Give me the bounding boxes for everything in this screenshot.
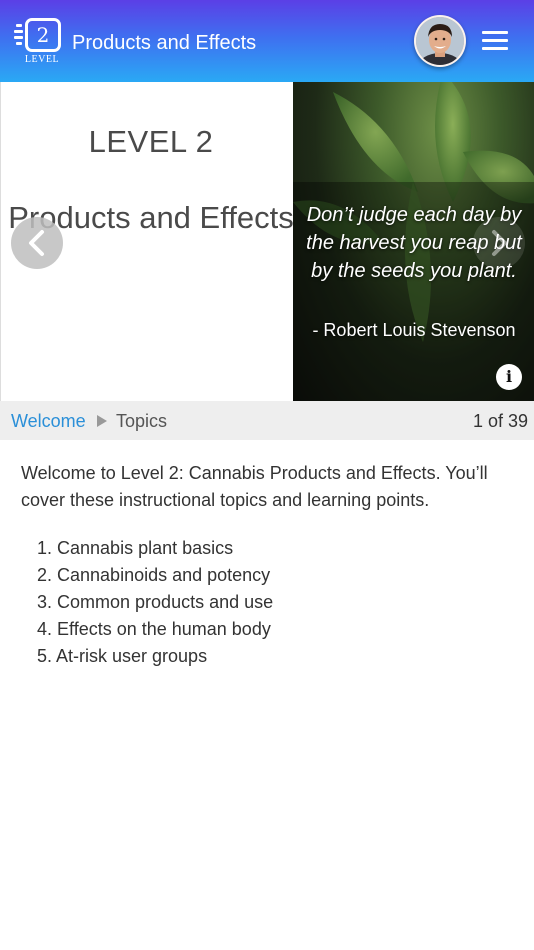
app-header: 2 LEVEL Products and Effects xyxy=(0,0,534,82)
list-item: 3. Common products and use xyxy=(21,589,511,616)
slide-level-heading: LEVEL 2 xyxy=(88,124,214,159)
list-item-label: Common products and use xyxy=(57,592,274,612)
intro-text: Welcome to Level 2: Cannabis Products an… xyxy=(21,463,488,510)
breadcrumb-welcome-link[interactable]: Welcome xyxy=(11,411,86,432)
level-number: 2 xyxy=(25,18,61,52)
chevron-left-icon xyxy=(29,230,44,256)
topics-list: 1. Cannabis plant basics 2. Cannabinoids… xyxy=(21,535,511,670)
list-item-label: At-risk user groups xyxy=(56,646,208,666)
list-item-number: 5. xyxy=(36,646,52,666)
breadcrumb-current: Topics xyxy=(116,411,168,431)
chevron-right-icon xyxy=(492,230,507,256)
quote-author: - Robert Louis Stevenson xyxy=(312,320,516,340)
avatar[interactable] xyxy=(414,15,466,67)
previous-slide-button[interactable] xyxy=(11,217,63,269)
user-avatar-icon xyxy=(416,17,464,65)
page-counter: 1 of 39 xyxy=(472,411,528,431)
speed-lines-icon xyxy=(14,24,24,48)
list-item-label: Cannabis plant basics xyxy=(57,538,234,558)
level-badge-logo: 2 LEVEL xyxy=(14,16,64,68)
info-icon[interactable]: i xyxy=(496,364,522,390)
level-word: LEVEL xyxy=(24,54,60,65)
list-item-number: 1. xyxy=(36,538,52,558)
page-title: Products and Effects xyxy=(72,32,257,54)
hamburger-menu-icon[interactable] xyxy=(482,31,508,51)
list-item: 4. Effects on the human body xyxy=(21,616,511,643)
list-item-number: 4. xyxy=(36,619,52,639)
list-item-number: 2. xyxy=(36,565,52,585)
lesson-slide: LEVEL 2 Products and Effects Don’t judge… xyxy=(0,82,534,401)
list-item-number: 3. xyxy=(36,592,52,612)
list-item: 5. At-risk user groups xyxy=(21,643,511,670)
triangle-right-icon xyxy=(97,415,107,427)
list-item: 2. Cannabinoids and potency xyxy=(21,562,511,589)
breadcrumb: Welcome Topics 1 of 39 xyxy=(0,401,534,440)
list-item-label: Effects on the human body xyxy=(57,619,271,639)
next-slide-button[interactable] xyxy=(473,217,525,269)
list-item: 1. Cannabis plant basics xyxy=(21,535,511,562)
list-item-label: Cannabinoids and potency xyxy=(57,565,271,585)
